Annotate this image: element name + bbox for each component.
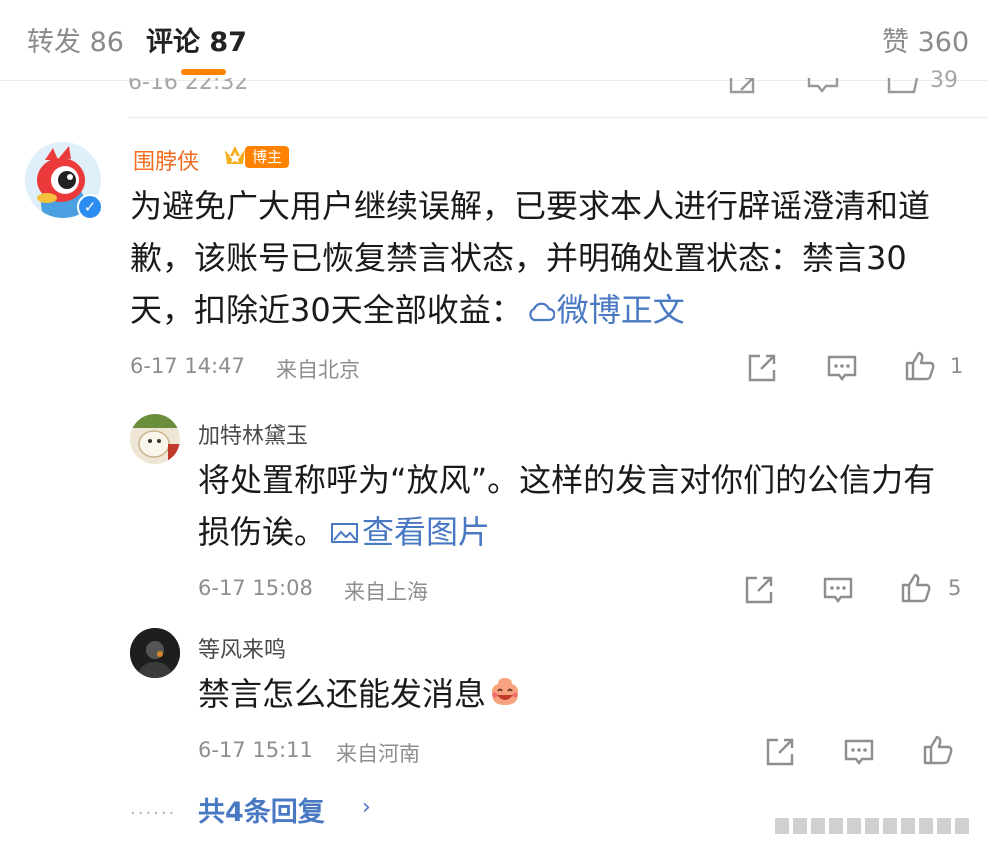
- comment-icon[interactable]: [806, 78, 840, 96]
- like-count: 5: [948, 576, 962, 600]
- reply-body: 将处置称呼为“放风”。这样的发言对你们的公信力有损伤诶。: [198, 461, 936, 551]
- like-icon[interactable]: [922, 734, 954, 766]
- reply-time: 6-17 15:11: [198, 738, 313, 762]
- view-image-link[interactable]: 查看图片: [326, 513, 490, 551]
- share-icon[interactable]: [764, 736, 796, 768]
- comment-tabs: 转发 86 评论 87 赞 360: [0, 0, 988, 78]
- avatar[interactable]: [130, 414, 180, 464]
- reply-time: 6-17 15:08: [198, 576, 313, 600]
- tab-comments[interactable]: 评论 87: [146, 20, 247, 59]
- share-icon[interactable]: [746, 352, 778, 384]
- share-icon[interactable]: [743, 574, 775, 606]
- comment-text: 为避免广大用户继续误解，已要求本人进行辟谣澄清和道歉，该账号已恢复禁言状态，并明…: [130, 180, 960, 336]
- image-icon: [331, 523, 359, 543]
- avatar-image: [130, 414, 180, 464]
- thread-dots: ······: [130, 803, 177, 824]
- comment-icon[interactable]: [822, 574, 854, 606]
- comment-time: 6-17 14:47: [130, 354, 245, 378]
- previous-like-count: 39: [930, 70, 958, 93]
- cloud-icon: [529, 302, 556, 322]
- like-icon[interactable]: [886, 78, 920, 96]
- author-badge: 博主: [245, 146, 290, 168]
- watermark-icon: [775, 818, 969, 834]
- tab-reposts[interactable]: 转发 86: [27, 20, 124, 59]
- reply-location: 来自上海: [344, 580, 428, 604]
- like-icon[interactable]: [904, 350, 936, 382]
- weibo-text-link-label: 微博正文: [556, 291, 685, 329]
- weibo-text-link[interactable]: 微博正文: [523, 291, 685, 329]
- comment-icon[interactable]: [843, 736, 875, 768]
- previous-comment-time: 6-16 22:32: [128, 78, 249, 94]
- verified-badge-icon: ✓: [77, 194, 103, 220]
- reply-location: 来自河南: [336, 742, 420, 766]
- comment-location: 来自北京: [276, 358, 360, 382]
- share-icon[interactable]: [727, 78, 759, 96]
- reply-username[interactable]: 等风来鸣: [198, 632, 286, 664]
- comment-username[interactable]: 围脖侠: [133, 144, 199, 176]
- reply-text: 将处置称呼为“放风”。这样的发言对你们的公信力有损伤诶。 查看图片: [198, 454, 958, 558]
- like-count: 1: [950, 354, 964, 378]
- like-icon[interactable]: [900, 572, 932, 604]
- active-tab-indicator: [181, 69, 226, 75]
- avatar-image: [130, 628, 180, 678]
- comment-icon[interactable]: [826, 352, 858, 384]
- chevron-right-icon[interactable]: ›: [362, 795, 371, 820]
- tab-likes[interactable]: 赞 360: [882, 20, 969, 59]
- reply-text: 禁言怎么还能发消息: [198, 668, 958, 720]
- view-image-label: 查看图片: [362, 513, 491, 551]
- reply-body: 禁言怎么还能发消息: [198, 675, 487, 713]
- comment-separator: [128, 117, 988, 118]
- reply-username[interactable]: 加特林黛玉: [198, 418, 308, 450]
- laughing-emoji-icon: [491, 678, 519, 705]
- avatar[interactable]: [130, 628, 180, 678]
- more-replies-link[interactable]: 共4条回复: [198, 790, 325, 829]
